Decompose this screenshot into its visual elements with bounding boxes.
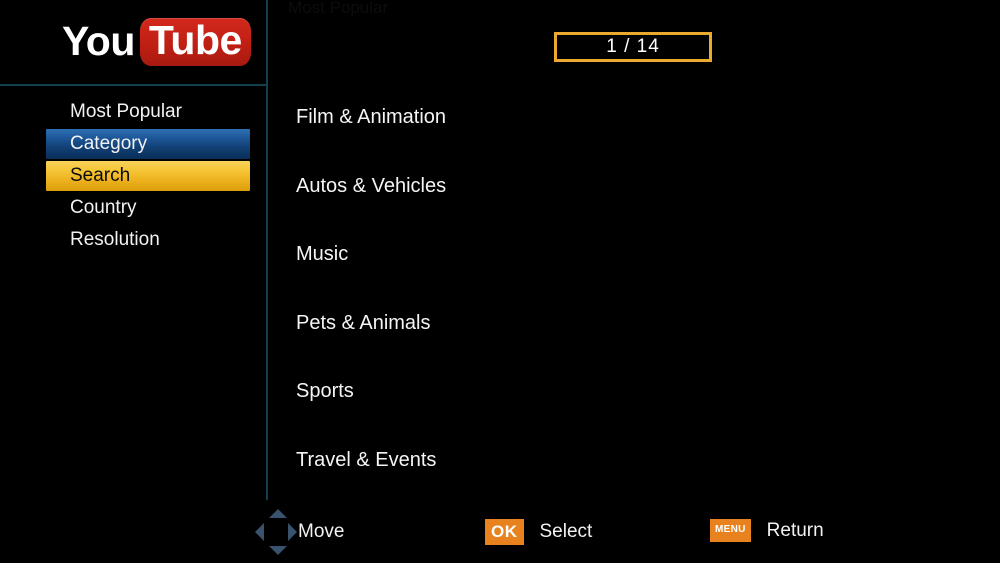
sidebar-item-most-popular[interactable]: Most Popular <box>0 96 266 128</box>
hint-select: OK Select <box>485 519 592 545</box>
list-item[interactable]: Sports <box>296 378 856 447</box>
list-item[interactable]: Film & Animation <box>296 104 856 173</box>
horizontal-divider <box>0 84 267 86</box>
menu-button-icon: MENU <box>710 519 751 542</box>
hint-return-label: Return <box>766 519 824 541</box>
logo-you-text: You <box>62 17 135 64</box>
list-item-label: Travel & Events <box>296 448 437 471</box>
sidebar-item-search[interactable]: Search <box>0 160 266 192</box>
sidebar-item-label: Search <box>70 165 131 186</box>
sidebar-item-label: Most Popular <box>70 101 182 122</box>
youtube-logo: You Tube <box>62 14 251 70</box>
hint-select-label: Select <box>539 521 593 542</box>
sidebar-item-resolution[interactable]: Resolution <box>0 224 266 256</box>
sidebar-item-category[interactable]: Category <box>0 128 266 160</box>
vertical-divider <box>266 0 268 500</box>
list-item-label: Music <box>296 243 349 265</box>
list-item-label: Pets & Animals <box>296 311 431 334</box>
hint-move: Move <box>254 508 344 556</box>
page-indicator: 1 / 14 <box>554 32 712 62</box>
sidebar-item-label: Category <box>70 133 148 154</box>
list-item-label: Autos & Vehicles <box>296 174 447 197</box>
sidebar-item-label: Resolution <box>70 229 160 250</box>
logo-tube-box: Tube <box>139 17 251 66</box>
dpad-icon <box>254 508 298 556</box>
arrow-left-icon <box>255 523 264 541</box>
youtube-tv-app-screen: Most Popular You Tube 1 / 14 Most Popula… <box>0 0 1000 563</box>
list-item-label: Film & Animation <box>296 106 447 128</box>
list-item[interactable]: Music <box>296 241 856 310</box>
bottom-hint-bar: Move OK Select MENU Return <box>0 493 1000 563</box>
arrow-right-icon <box>288 523 297 541</box>
category-list: Film & Animation Autos & Vehicles Music … <box>296 104 856 515</box>
hint-return: MENU Return <box>710 519 824 542</box>
page-indicator-value: 1 / 14 <box>606 36 660 57</box>
ok-button-icon: OK <box>485 519 524 545</box>
hint-move-label: Move <box>298 521 345 542</box>
logo-tube-text: Tube <box>148 17 242 63</box>
sidebar-item-country[interactable]: Country <box>0 192 266 224</box>
arrow-down-icon <box>269 546 287 555</box>
list-item[interactable]: Autos & Vehicles <box>296 173 856 242</box>
sidebar: Most Popular Category Search Country Res… <box>0 96 266 256</box>
list-item[interactable]: Pets & Animals <box>296 310 856 379</box>
ghost-title-text: Most Popular <box>288 0 389 17</box>
sidebar-item-label: Country <box>70 197 137 218</box>
list-item-label: Sports <box>296 380 354 402</box>
arrow-up-icon <box>269 509 287 518</box>
